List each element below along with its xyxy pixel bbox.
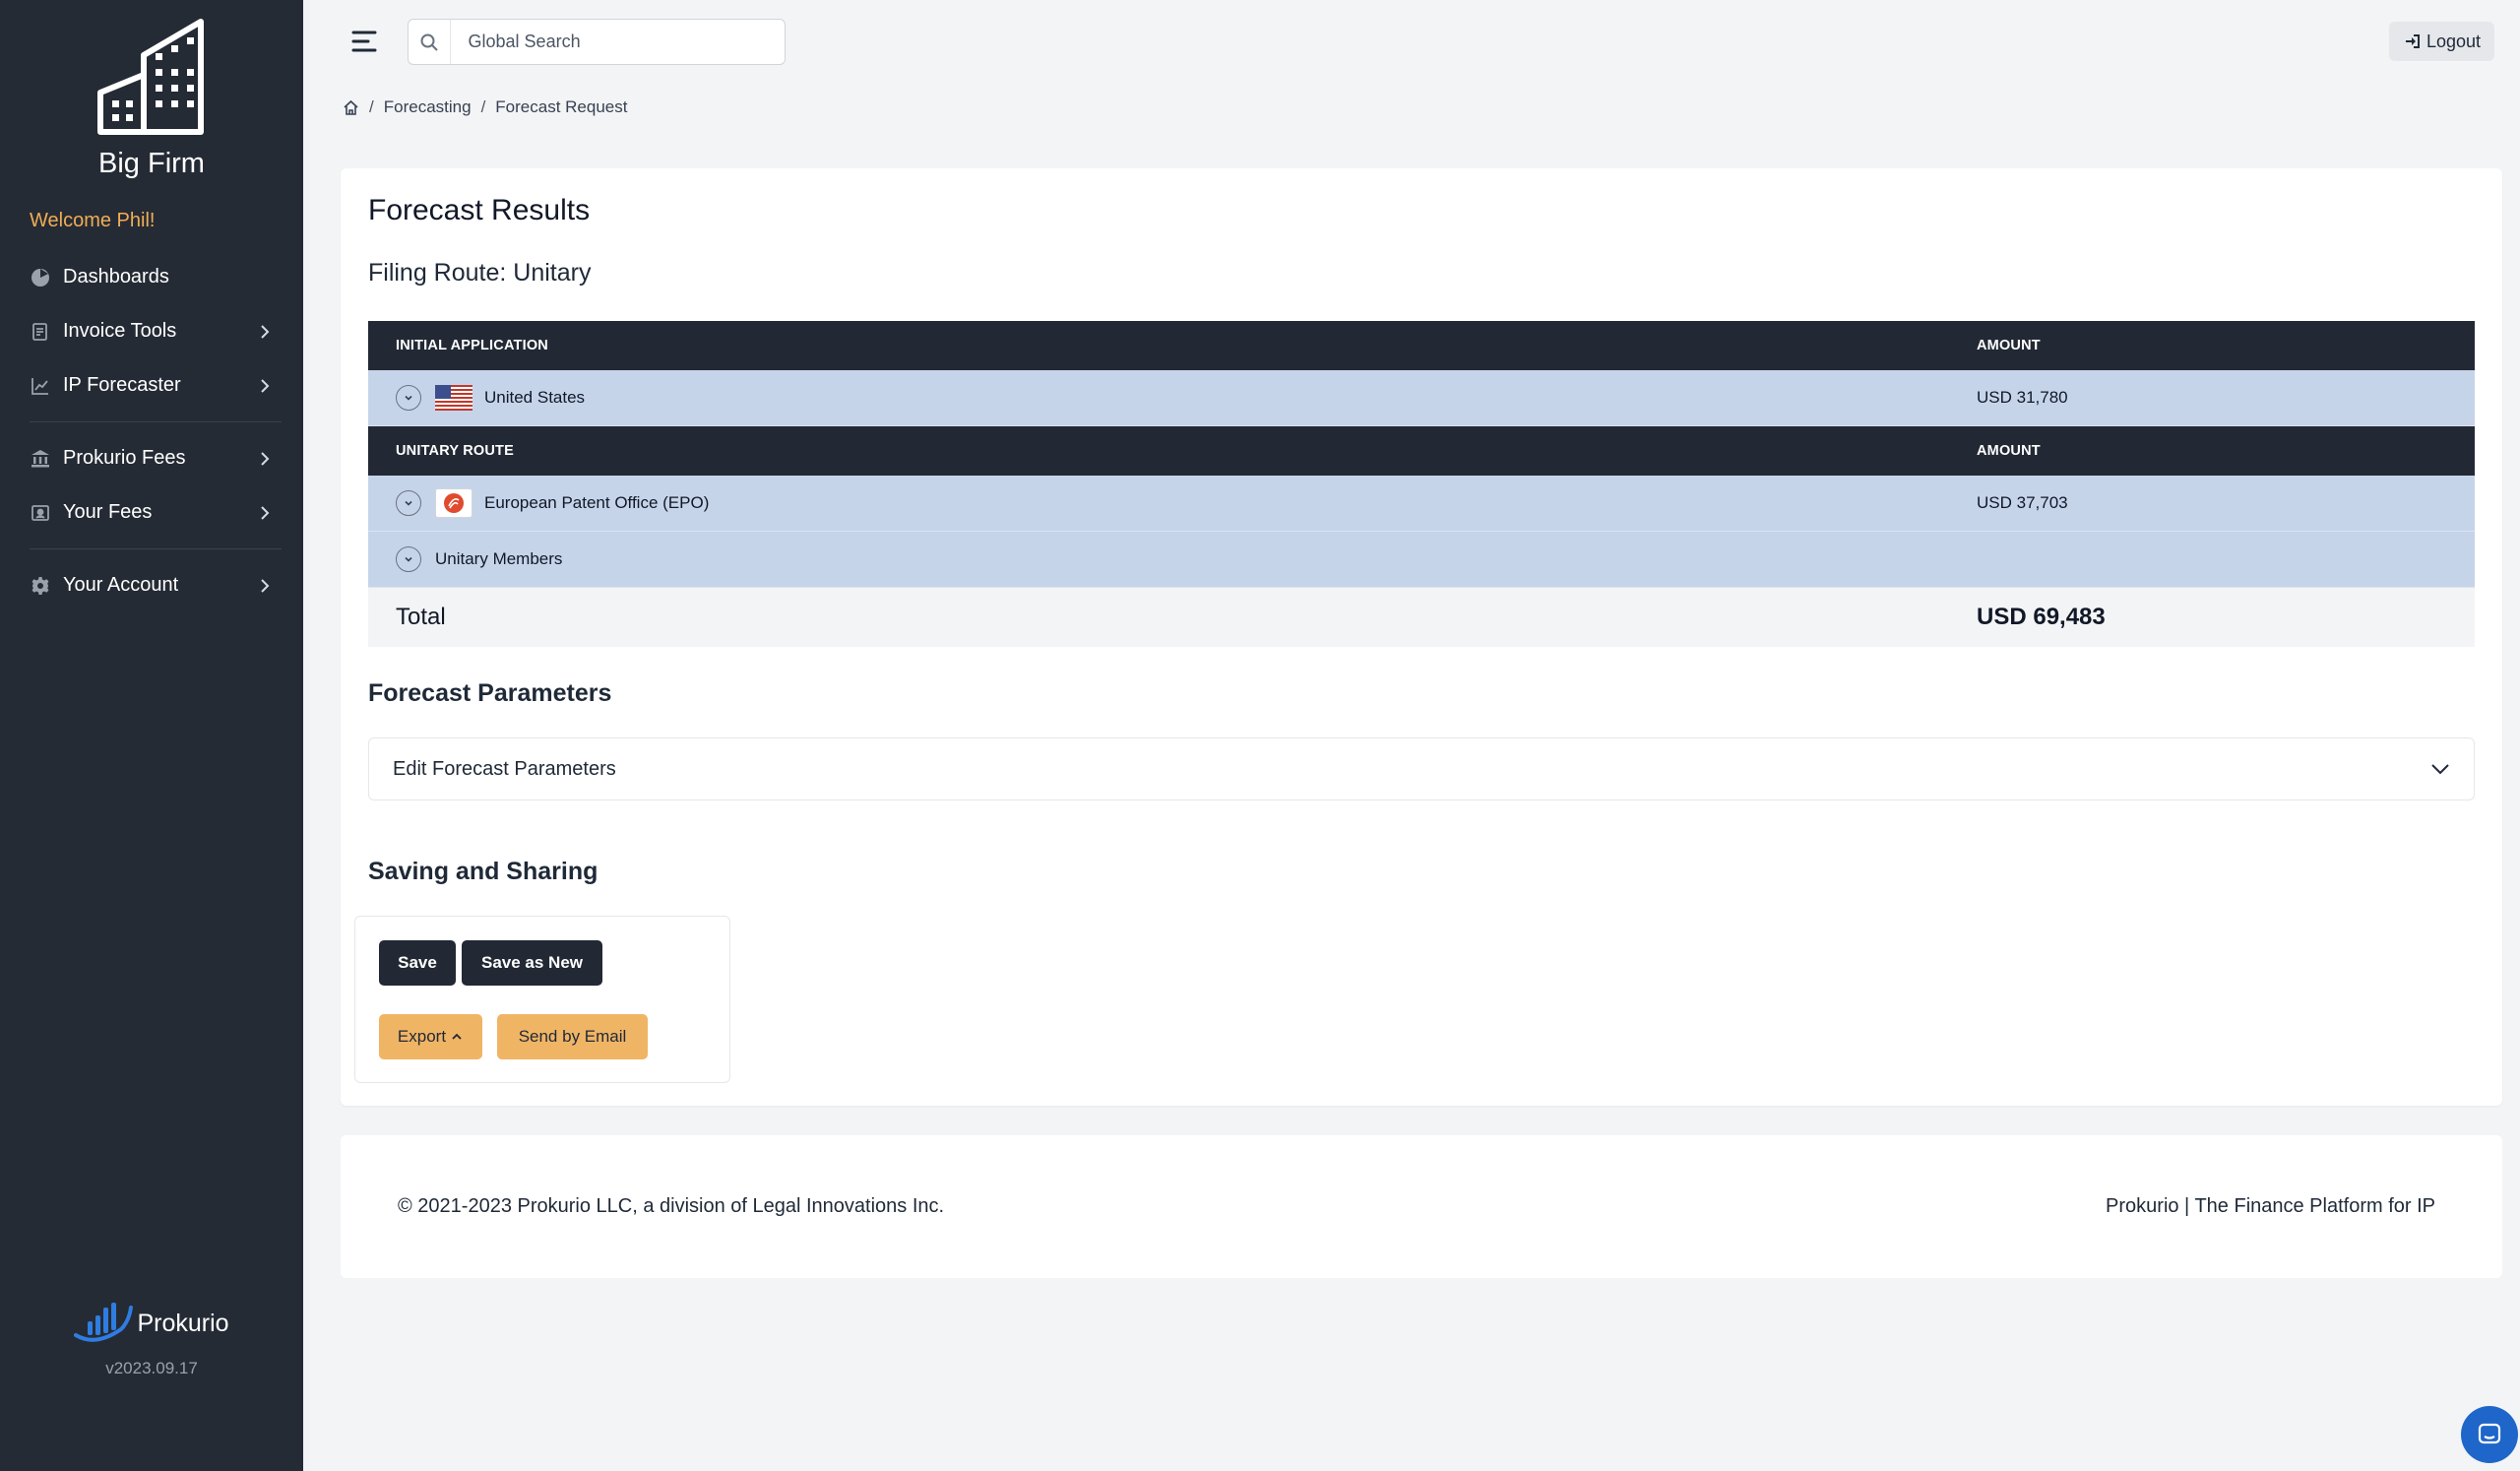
logout-label: Logout bbox=[2426, 31, 2481, 51]
total-label: Total bbox=[396, 604, 446, 630]
sidebar-item-dashboards[interactable]: Dashboards bbox=[0, 250, 303, 304]
table-cell: European Patent Office (EPO) bbox=[368, 488, 1977, 518]
accordion-label: Edit Forecast Parameters bbox=[393, 757, 616, 780]
us-flag-icon bbox=[435, 385, 472, 411]
app-version: v2023.09.17 bbox=[105, 1359, 198, 1377]
sidebar-item-label: Your Account bbox=[63, 574, 179, 596]
chevron-up-icon bbox=[452, 1033, 462, 1040]
group-name: Unitary Members bbox=[435, 549, 563, 568]
chevron-right-icon bbox=[261, 451, 270, 466]
sidebar-item-prokurio-fees[interactable]: Prokurio Fees bbox=[0, 431, 303, 485]
breadcrumb-separator: / bbox=[480, 97, 486, 116]
sidebar-item-label: Dashboards bbox=[63, 266, 169, 288]
breadcrumb: / Forecasting / Forecast Request bbox=[343, 97, 627, 117]
building-icon bbox=[97, 19, 204, 135]
prokurio-logo-icon bbox=[74, 1303, 134, 1342]
search-icon bbox=[409, 20, 451, 64]
edit-parameters-accordion[interactable]: Edit Forecast Parameters bbox=[368, 737, 2475, 800]
forecast-results-card: Forecast Results Filing Route: Unitary I… bbox=[341, 168, 2502, 1106]
table-cell: Unitary Members bbox=[368, 546, 1977, 572]
page-title: Forecast Results bbox=[368, 194, 591, 226]
results-table: INITIAL APPLICATION AMOUNT United States… bbox=[368, 321, 2475, 647]
column-header: UNITARY ROUTE bbox=[396, 443, 514, 459]
chat-launcher-button[interactable] bbox=[2461, 1406, 2518, 1463]
chevron-down-icon bbox=[2431, 764, 2449, 775]
welcome-text: Welcome Phil! bbox=[30, 210, 156, 231]
total-row: Total USD 69,483 bbox=[368, 588, 2475, 647]
chevron-down-icon bbox=[405, 395, 412, 401]
chevron-down-icon bbox=[405, 500, 412, 506]
table-row: United States USD 31,780 bbox=[368, 370, 2475, 426]
brand: Big Firm bbox=[0, 0, 303, 180]
chevron-right-icon bbox=[261, 505, 270, 520]
bank-icon bbox=[30, 448, 51, 470]
save-button[interactable]: Save bbox=[379, 940, 456, 986]
sidebar-footer: Prokurio v2023.09.17 bbox=[0, 1300, 303, 1378]
page-footer: © 2021-2023 Prokurio LLC, a division of … bbox=[341, 1135, 2502, 1278]
expand-toggle[interactable] bbox=[396, 385, 421, 411]
save-as-new-button[interactable]: Save as New bbox=[462, 940, 602, 986]
gear-icon bbox=[30, 575, 51, 597]
breadcrumb-forecasting[interactable]: Forecasting bbox=[384, 97, 472, 117]
expand-toggle[interactable] bbox=[396, 490, 421, 516]
column-header: AMOUNT bbox=[1977, 338, 2041, 353]
nav-divider bbox=[30, 548, 282, 549]
prokurio-logo-text: Prokurio bbox=[137, 1309, 229, 1337]
office-name: European Patent Office (EPO) bbox=[484, 493, 710, 512]
export-label: Export bbox=[397, 1027, 447, 1046]
sidebar-item-ip-forecaster[interactable]: IP Forecaster bbox=[0, 358, 303, 413]
column-header: AMOUNT bbox=[1977, 443, 2041, 459]
export-button[interactable]: Export bbox=[379, 1014, 482, 1059]
sidebar-item-your-account[interactable]: Your Account bbox=[0, 558, 303, 612]
country-name: United States bbox=[484, 388, 586, 407]
table-cell: United States bbox=[368, 385, 1977, 411]
table-row: European Patent Office (EPO) USD 37,703 bbox=[368, 476, 2475, 532]
copyright-text: © 2021-2023 Prokurio LLC, a division of … bbox=[398, 1195, 945, 1217]
epo-logo-icon bbox=[435, 488, 472, 518]
sidebar-item-label: Your Fees bbox=[63, 501, 153, 523]
sidebar-nav: Dashboards Invoice Tools IP Forecaster P… bbox=[0, 250, 303, 612]
sidebar-item-label: Prokurio Fees bbox=[63, 447, 186, 469]
table-header: INITIAL APPLICATION AMOUNT bbox=[368, 321, 2475, 370]
topbar: Logout bbox=[303, 0, 2520, 83]
sidebar-item-label: Invoice Tools bbox=[63, 320, 177, 342]
saving-sharing-heading: Saving and Sharing bbox=[368, 858, 598, 885]
prokurio-logo: Prokurio bbox=[74, 1300, 229, 1347]
id-card-icon bbox=[30, 502, 51, 524]
logout-button[interactable]: Logout bbox=[2388, 22, 2494, 61]
breadcrumb-separator: / bbox=[369, 97, 374, 116]
sidebar-item-label: IP Forecaster bbox=[63, 374, 181, 396]
sidebar-item-invoice-tools[interactable]: Invoice Tools bbox=[0, 304, 303, 358]
home-icon[interactable] bbox=[343, 99, 359, 116]
send-by-email-button[interactable]: Send by Email bbox=[497, 1014, 648, 1059]
column-header: INITIAL APPLICATION bbox=[396, 338, 548, 353]
chart-line-icon bbox=[30, 375, 51, 397]
hamburger-menu-icon[interactable] bbox=[350, 28, 378, 55]
total-amount: USD 69,483 bbox=[1977, 604, 2106, 630]
logout-icon bbox=[2405, 34, 2420, 48]
sidebar: Big Firm Welcome Phil! Dashboards Invoic… bbox=[0, 0, 303, 1471]
breadcrumb-forecast-request: Forecast Request bbox=[495, 97, 628, 116]
search-input[interactable] bbox=[450, 32, 785, 52]
nav-divider bbox=[30, 421, 282, 422]
table-row: Unitary Members bbox=[368, 532, 2475, 588]
brand-name: Big Firm bbox=[98, 148, 205, 179]
chart-pie-icon bbox=[30, 267, 51, 288]
table-header: UNITARY ROUTE AMOUNT bbox=[368, 426, 2475, 476]
chevron-down-icon bbox=[405, 556, 412, 562]
forecast-parameters-heading: Forecast Parameters bbox=[368, 679, 612, 707]
filing-route-heading: Filing Route: Unitary bbox=[368, 259, 592, 287]
chat-icon bbox=[2478, 1423, 2501, 1444]
chevron-right-icon bbox=[261, 378, 270, 393]
chevron-right-icon bbox=[261, 578, 270, 593]
sharing-actions: Save Save as New Export Send by Email bbox=[354, 916, 730, 1083]
chevron-right-icon bbox=[261, 324, 270, 339]
global-search bbox=[408, 19, 786, 65]
sidebar-item-your-fees[interactable]: Your Fees bbox=[0, 485, 303, 540]
invoice-icon bbox=[30, 321, 51, 343]
amount-cell: USD 31,780 bbox=[1977, 388, 2068, 407]
amount-cell: USD 37,703 bbox=[1977, 493, 2068, 512]
expand-toggle[interactable] bbox=[396, 546, 421, 572]
footer-tagline: Prokurio | The Finance Platform for IP bbox=[2106, 1195, 2435, 1217]
